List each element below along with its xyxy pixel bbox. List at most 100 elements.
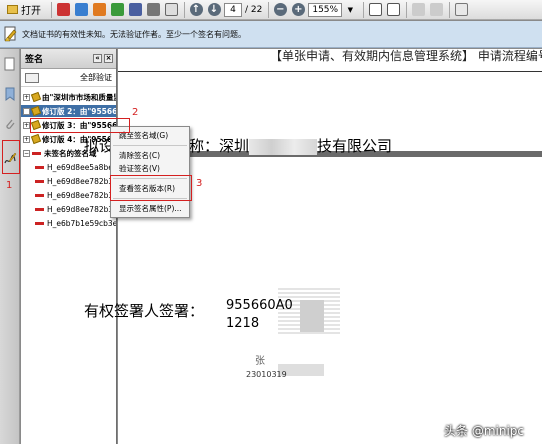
signer-name: 张 <box>255 356 265 367</box>
toolbar-separator <box>449 1 451 18</box>
document-viewport[interactable]: 【单张申请、有效期内信息管理系统】 申请流程编号： <box>118 49 542 444</box>
signatures-panel-header: 签名 « × <box>21 49 116 69</box>
envelope-icon <box>164 3 178 16</box>
email-button[interactable] <box>163 2 179 18</box>
pen-icon <box>454 3 468 16</box>
menu-item-clear-signature[interactable]: 清除签名(C) <box>111 149 189 162</box>
share-icon <box>110 3 124 16</box>
toolbar-separator <box>268 1 270 18</box>
tree-item[interactable]: H_e69d8ee782b3e69 <box>21 203 116 215</box>
combine-button[interactable] <box>73 2 89 18</box>
unsigned-field-icon <box>35 221 44 225</box>
share-button[interactable] <box>109 2 125 18</box>
expand-icon[interactable]: + <box>23 93 30 101</box>
page-rule <box>118 71 542 72</box>
unsigned-field-icon <box>35 207 44 211</box>
toolbar-separator <box>363 1 365 18</box>
signer-label: 有权签署人签署： <box>84 302 205 320</box>
navigation-pane-strip <box>0 49 20 444</box>
save-icon <box>128 3 142 16</box>
page-header-text: 【单张申请、有效期内信息管理系统】 申请流程编号： <box>270 49 542 63</box>
prev-page-button[interactable]: ↑ <box>188 2 204 18</box>
sign-button[interactable] <box>453 2 469 18</box>
fit-width-button[interactable] <box>385 2 401 18</box>
fit-width-icon <box>386 3 400 16</box>
tree-item-label: H_e6b7b1e59cb3e5b882 <box>47 218 116 228</box>
tree-item[interactable]: H_e69d8ee782b3e69 <box>21 189 116 201</box>
minus-icon: − <box>273 3 287 16</box>
chevron-down-icon: ▼ <box>347 5 354 14</box>
tree-item[interactable]: H_e69d8ee782b3e69 <box>21 175 116 187</box>
close-panel-button[interactable]: × <box>104 54 113 63</box>
create-pdf-button[interactable] <box>55 2 71 18</box>
page-number-input[interactable]: 4 <box>224 2 242 17</box>
bookmarks-icon[interactable] <box>3 87 17 101</box>
annotation-box-2 <box>30 118 130 133</box>
collapse-icon[interactable]: − <box>23 149 30 157</box>
expand-icon[interactable]: + <box>23 121 30 129</box>
signature-tree: + 由"深圳市市场和质量监 + 修订版 2：由"9556604 + 修订版 3：… <box>21 87 116 229</box>
tree-item[interactable]: H_e6b7b1e59cb3e5b882 <box>21 217 116 229</box>
comment-icon <box>411 3 425 16</box>
annotation-number-3: 3 <box>196 178 203 189</box>
annotation-box-3 <box>110 175 192 201</box>
unsigned-field-icon <box>35 179 44 183</box>
signature-warning-icon <box>4 26 17 42</box>
collapse-panel-button[interactable]: « <box>93 54 102 63</box>
comment-button[interactable] <box>410 2 426 18</box>
main-toolbar: 打开 ↑ ↓ 4 / 22 − + 155% ▼ <box>0 0 542 20</box>
fit-page-icon <box>368 3 382 16</box>
pages-icon[interactable] <box>3 57 17 71</box>
tree-item[interactable]: H_e69d8ee5a8be8b9 <box>21 161 116 173</box>
watermark: 头条 @minipc <box>444 424 524 438</box>
zoom-level-select[interactable]: 155% <box>308 2 343 17</box>
highlight-button[interactable] <box>428 2 444 18</box>
zoom-out-button[interactable]: − <box>272 2 288 18</box>
printer-icon <box>146 3 160 16</box>
signature-message-bar: 文档证书的有效性未知。无法验证作者。至少一个签名有问题。 <box>0 21 542 48</box>
unsigned-field-icon <box>35 193 44 197</box>
annotation-number-2: 2 <box>132 107 139 118</box>
options-menu-button[interactable] <box>25 72 39 83</box>
signatures-panel-title: 签名 <box>25 55 44 65</box>
print-button[interactable] <box>145 2 161 18</box>
toolbar-separator <box>406 1 408 18</box>
combine-icon <box>74 3 88 16</box>
expand-icon[interactable]: + <box>23 107 30 115</box>
fit-page-button[interactable] <box>367 2 383 18</box>
tree-item-label: H_e69d8ee782b3e69 <box>47 190 116 200</box>
unsigned-field-icon <box>35 165 44 169</box>
signer-id-number: 23010319 <box>246 370 287 379</box>
signature-context-menu: 跳至签名域(G) 清除签名(C) 验证签名(V) 查看签名版本(R) 显示签名属… <box>110 126 190 218</box>
tree-item-label: 修订版 2：由"9556604 <box>42 106 116 116</box>
verify-all-button[interactable]: 全部验证 <box>80 72 112 83</box>
menu-item-validate-signature[interactable]: 验证签名(V) <box>111 162 189 175</box>
toolbar-separator <box>184 1 185 18</box>
open-button[interactable]: 打开 <box>2 2 46 18</box>
next-page-button[interactable]: ↓ <box>206 2 222 18</box>
signature-pen-icon <box>30 105 42 117</box>
page-total: / 22 <box>245 4 263 15</box>
plus-icon: + <box>291 3 305 16</box>
arrow-down-icon: ↓ <box>207 3 221 16</box>
tree-item-label: H_e69d8ee782b3e69 <box>47 176 116 186</box>
export-icon <box>92 3 106 16</box>
annotation-box-1 <box>2 140 20 174</box>
export-button[interactable] <box>91 2 107 18</box>
tree-item-selected[interactable]: + 修订版 2：由"9556604 <box>21 105 116 117</box>
create-pdf-icon <box>56 3 70 16</box>
tree-item-label: 由"深圳市市场和质量监 <box>42 92 116 102</box>
signature-message-text: 文档证书的有效性未知。无法验证作者。至少一个签名有问题。 <box>22 29 246 39</box>
menu-item-signature-properties[interactable]: 显示签名属性(P)... <box>111 202 189 215</box>
save-button[interactable] <box>127 2 143 18</box>
signatures-panel-subbar: 全部验证 <box>21 69 116 87</box>
zoom-in-button[interactable]: + <box>290 2 306 18</box>
attachments-icon[interactable] <box>3 117 17 131</box>
signature-pen-icon <box>30 133 42 145</box>
arrow-up-icon: ↑ <box>189 3 203 16</box>
folder-icon <box>7 5 18 14</box>
tree-item[interactable]: + 由"深圳市市场和质量监 <box>21 91 116 103</box>
expand-icon[interactable]: + <box>23 135 30 143</box>
menu-separator <box>113 145 187 146</box>
zoom-dropdown-button[interactable]: ▼ <box>342 2 358 18</box>
